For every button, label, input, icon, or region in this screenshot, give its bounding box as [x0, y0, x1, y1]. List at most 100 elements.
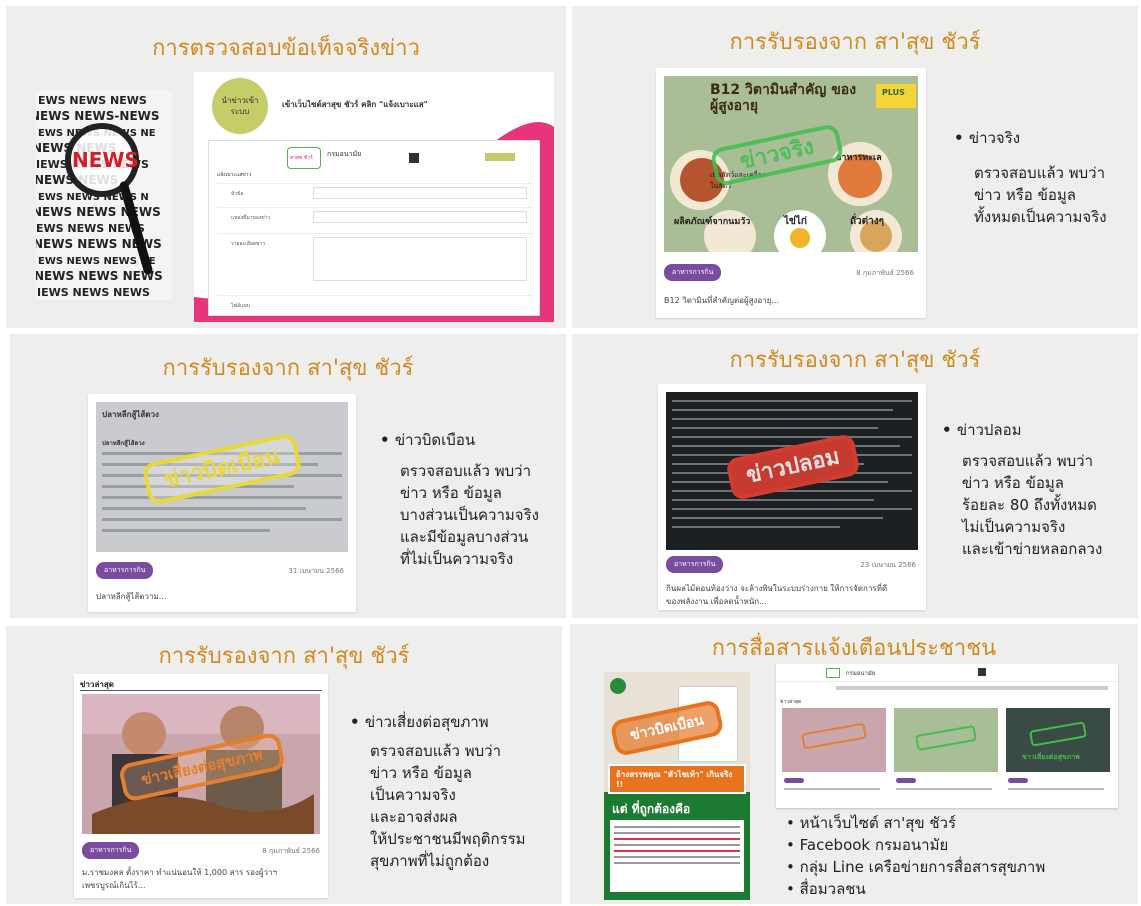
site-logo: [826, 668, 840, 678]
site-header: กรมอนามัย: [776, 664, 1118, 682]
verdict-line-1: ตรวจสอบแล้ว พบว่า: [962, 452, 1094, 470]
mini-card-1-stamp: [801, 722, 867, 750]
verdict-title: ข่าวจริง: [954, 126, 1138, 150]
svg-text:EWS NEWS NEWS: EWS NEWS NEWS: [36, 222, 145, 235]
channel-1: • หน้าเว็บไซต์ สา'สุข ชัวร์: [786, 814, 957, 832]
panel-title: การรับรองจาก สา'สุข ชัวร์: [158, 644, 410, 669]
category-badge[interactable]: อาหารการกิน: [666, 556, 724, 573]
verdict-line-2: ข่าว หรือ ข้อมูล: [370, 764, 472, 782]
form-field-4: ไฟล์แนบ: [217, 295, 533, 313]
panel-distorted-news: การรับรองจาก สา'สุข ชัวร์ ปลาหลีกสู้ไส้ต…: [10, 334, 566, 618]
verdict-line-5: ให้ประชาชนมีพฤติกรรม: [370, 830, 526, 848]
verdict-line-4: และมีข้อมูลบางส่วน: [400, 528, 529, 546]
panel-title: การตรวจสอบข้อเท็จจริงข่าว: [152, 36, 420, 61]
verdict-real: ข่าวจริง ตรวจสอบแล้ว พบว่า ข่าว หรือ ข้อ…: [954, 126, 1138, 228]
news-card-fake[interactable]: ข่าวปลอม อาหารการกิน 23 เมษายน 2566 กินผ…: [658, 384, 926, 610]
panel-title: การรับรองจาก สา'สุข ชัวร์: [729, 348, 981, 373]
form-header-text: เข้าเว็บไซต์สาสุข ชัวร์ คลิก "แจ้งเบาะแส…: [282, 100, 428, 109]
poster-claim-bar: อ้างสรรพคุณ "หัวไชเท้า" เกินจริง !!: [608, 764, 746, 794]
food-label-5: ถั่วต่างๆ: [850, 216, 885, 227]
verdict-line-6: สุขภาพที่ไม่ถูกต้อง: [370, 852, 490, 870]
card-caption[interactable]: กินผลไม้ตอนท้องว่าง จะล้างพิษในระบบร่างก…: [666, 582, 920, 595]
svg-text:NEWS NEWS-NEWS: NEWS NEWS-NEWS: [36, 109, 160, 123]
verdict-line-1: ตรวจสอบแล้ว พบว่า: [370, 742, 502, 760]
panel-health-risk-news: การรับรองจาก สา'สุข ชัวร์ ข่าวล่าสุด ข่า…: [6, 626, 562, 904]
poster-logo: [610, 678, 626, 694]
field-input-2[interactable]: [313, 211, 527, 223]
field-textarea-3[interactable]: [313, 237, 527, 281]
panel-title: การสื่อสารแจ้งเตือนประชาชน: [711, 636, 997, 661]
card-date: 8 กุมภาพันธ์ 2566: [262, 847, 320, 855]
mini-card-2[interactable]: [894, 708, 998, 772]
food-label-3: ผลิตภัณฑ์จากนมวัว: [674, 217, 751, 227]
verdict-line-2: ข่าว หรือ ข้อมูล: [974, 186, 1076, 204]
card-image-b12: B12 วิตามินสำคัญ ของผู้สูงอายุ PLUS เนื้…: [664, 76, 918, 252]
field-label: ไฟล์แนบ: [231, 303, 250, 309]
form-nav-green: [485, 153, 515, 161]
field-label: รายละเอียดข่าว: [231, 241, 266, 247]
category-badge[interactable]: อาหารการกิน: [664, 264, 722, 281]
svg-text:NEWS NEWS NEWS: NEWS NEWS NEWS: [36, 205, 161, 219]
form-nav-dark: [409, 153, 419, 163]
logo-sasuk: สาสุข ชัวร์: [287, 147, 321, 169]
panel-fact-check: การตรวจสอบข้อเท็จจริงข่าว EWS NEWS NEWS …: [6, 6, 566, 328]
channel-2: • Facebook กรมอนามัย: [786, 836, 949, 854]
verdict-line-3: ร้อยละ 80 ถึงทั้งหมด: [962, 496, 1097, 514]
verdict-title: ข่าวปลอม: [942, 418, 1138, 442]
circle-label: นำข่าวเข้าระบบ: [221, 96, 259, 116]
field-input-1[interactable]: [313, 187, 527, 199]
card-caption[interactable]: ม.ราชมงคล ตั้งราคา ทำแน่นอนให้ 1,000 สาร…: [82, 866, 322, 879]
svg-text:EWS NEWS NEWS: EWS NEWS NEWS: [38, 94, 147, 107]
card-image-dark-text: ข่าวปลอม: [666, 392, 918, 550]
channel-4: • สื่อมวลชน: [786, 880, 866, 898]
img-heading: ปลาหลีกสู้ไส้ตวง: [102, 410, 159, 419]
card-caption[interactable]: B12 วิตามินที่สำคัญต่อผู้สูงอายุ...: [664, 294, 918, 307]
card-image-photo: ข่าวเสี่ยงต่อสุขภาพ: [82, 694, 320, 834]
verdict-line-3: บางส่วนเป็นความจริง: [400, 506, 539, 524]
verdict-distorted: ข่าวบิดเบือน ตรวจสอบแล้ว พบว่า ข่าว หรือ…: [380, 428, 566, 570]
verdict-line-3: เป็นความจริง: [370, 786, 456, 804]
verdict-fake: ข่าวปลอม ตรวจสอบแล้ว พบว่า ข่าว หรือ ข้อ…: [942, 418, 1138, 560]
poster-correct: แต่ ที่ถูกต้องคือ: [612, 802, 691, 816]
form-field-2: แหล่งที่มาของข่าว: [217, 207, 533, 225]
card-caption-2[interactable]: เพชรบูรณ์เกินไร้...: [82, 879, 322, 892]
verdict-line-5: และเข้าข่ายหลอกลวง: [962, 540, 1103, 558]
mini-card-1[interactable]: [782, 708, 886, 772]
form-field-1: หัวข้อ: [217, 183, 533, 201]
news-word-red: NEWS: [72, 148, 139, 172]
verdict-line-2: ข่าว หรือ ข้อมูล: [962, 474, 1064, 492]
card-caption[interactable]: ปลาหลีกสู้ไส้ตวาม...: [96, 590, 346, 603]
field-label: แหล่งที่มาของข่าว: [231, 215, 271, 221]
channel-1-label: หน้าเว็บไซต์ สา'สุข ชัวร์: [799, 814, 957, 832]
mini-card-3-stamp: [1029, 721, 1087, 747]
field-label: หัวข้อ: [231, 191, 244, 197]
svg-text:EWS NEWS NEWS NE: EWS NEWS NEWS NE: [38, 256, 156, 267]
verdict-line-3: ทั้งหมดเป็นความจริง: [974, 208, 1107, 226]
mini-card-3-label: ข่าวเสี่ยงต่อสุขภาพ: [1022, 753, 1080, 761]
card-date: 23 เมษายน 2566: [860, 561, 916, 569]
verdict-health-risk: ข่าวเสี่ยงต่อสุขภาพ ตรวจสอบแล้ว พบว่า ข่…: [350, 710, 562, 872]
channel-2-label: Facebook กรมอนามัย: [799, 836, 949, 854]
site-name: กรมอนามัย: [327, 150, 362, 158]
website-screenshot: กรมอนามัย ข่าวล่าสุด ข่าวเสี่ยงต่อสุขภาพ: [776, 664, 1118, 808]
news-card-real[interactable]: B12 วิตามินสำคัญ ของผู้สูงอายุ PLUS เนื้…: [656, 68, 926, 318]
news-card-health-risk[interactable]: ข่าวล่าสุด ข่าวเสี่ยงต่อสุขภาพ อาหารการก…: [74, 674, 328, 898]
news-card-distorted[interactable]: ปลาหลีกสู้ไส้ตวง ปลาหลีกสู้ไส้ตวง ข่าวบิ…: [88, 394, 356, 612]
logo-text: สาสุข ชัวร์: [290, 155, 313, 161]
category-badge[interactable]: อาหารการกิน: [82, 842, 140, 859]
category-badge[interactable]: อาหารการกิน: [96, 562, 154, 579]
site-nav-dark: [978, 668, 986, 676]
news-collage-svg: EWS NEWS NEWS NEWS NEWS-NEWS EWS NEWS NE…: [36, 90, 172, 300]
card-date: 31 เมษายน 2566: [288, 567, 344, 575]
site-menu-bar: [836, 686, 1108, 690]
card-image-fish: ปลาหลีกสู้ไส้ตวง ปลาหลีกสู้ไส้ตวง ข่าวบิ…: [96, 402, 348, 552]
img-subheading: ปลาหลีกสู้ไส้ตวง: [102, 440, 145, 447]
plus-label: PLUS: [882, 88, 905, 97]
panel-title: การรับรองจาก สา'สุข ชัวร์: [729, 30, 981, 55]
mini-card-3[interactable]: ข่าวเสี่ยงต่อสุขภาพ: [1006, 708, 1110, 772]
channel-4-label: สื่อมวลชน: [799, 880, 866, 898]
submit-news-circle: นำข่าวเข้าระบบ: [212, 78, 268, 134]
site-news-label: ข่าวล่าสุด: [780, 699, 802, 705]
card-caption-2[interactable]: ของพลังงาน เพื่อลดน้ำหนัก...: [666, 595, 920, 608]
card-date: 8 กุมภาพันธ์ 2566: [856, 269, 914, 277]
